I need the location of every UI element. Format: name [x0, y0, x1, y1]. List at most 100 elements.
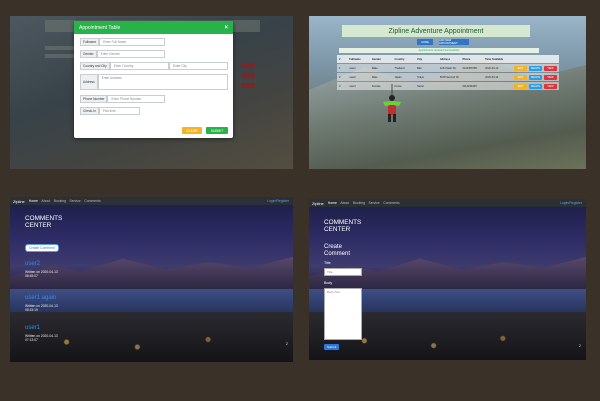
- nav-comments[interactable]: Comments: [84, 199, 100, 203]
- fullname-field: Fullname Enter Full Name: [80, 38, 165, 46]
- create-comment-button[interactable]: Create Comment: [25, 244, 59, 252]
- cell: user2: [349, 75, 356, 79]
- header-cell: Country: [394, 57, 405, 61]
- cell: Thailand: [394, 66, 405, 70]
- cell: Japan: [394, 75, 402, 79]
- header-cell: City: [417, 57, 423, 61]
- comment-user[interactable]: user1 again: [25, 295, 56, 301]
- country-city-label: Country and City: [80, 62, 110, 70]
- table-header: # Fullname Gender Country City Address P…: [337, 55, 559, 63]
- nav-booking[interactable]: Booking: [54, 199, 66, 203]
- gender-label: Gender: [80, 50, 97, 58]
- page-number: 2: [578, 343, 581, 348]
- gender-field: Gender Enter Gender: [80, 50, 165, 58]
- title-label: Title: [324, 261, 331, 265]
- cell: user1: [349, 66, 356, 70]
- appointment-form-screenshot: Appointment Table × Fullname Enter Full …: [10, 16, 293, 169]
- body-label: Body: [324, 281, 333, 285]
- table-row: 3 user3 Female Korea Seoul 0112233445 ED…: [337, 82, 559, 90]
- fullname-label: Fullname: [80, 38, 100, 46]
- checkin-field: Check-In Pick time: [80, 107, 140, 115]
- navbar: Zipline Home About Booking Service Comme…: [10, 197, 293, 205]
- view-button[interactable]: VIEW: [543, 83, 557, 89]
- phone-input[interactable]: Enter Phone Number: [107, 95, 165, 103]
- cell: 0123456789: [462, 66, 477, 70]
- cell: 2020-04-14: [485, 75, 499, 79]
- cell: Male: [371, 66, 378, 70]
- table-row: 1 user1 Male Thailand Bkk 1234 Main Str.…: [337, 64, 559, 72]
- nav-service[interactable]: Service: [69, 199, 80, 203]
- cell: 1: [339, 66, 341, 70]
- nav-service[interactable]: Service: [368, 201, 379, 205]
- nav-about[interactable]: About: [340, 201, 349, 205]
- gender-input[interactable]: Enter Gender: [96, 50, 165, 58]
- country-input[interactable]: Enter Country: [109, 62, 169, 70]
- title-input[interactable]: Title: [324, 268, 362, 276]
- cell: 0112233445: [462, 84, 477, 88]
- comment-date: Written on 2020-04-13 08:45:07: [25, 270, 58, 279]
- checkin-input[interactable]: Pick time: [98, 107, 140, 115]
- form-heading: Create Comment: [324, 244, 351, 257]
- nav-home[interactable]: Home: [328, 201, 337, 205]
- cell: 1234 Main Str.: [439, 66, 457, 70]
- brand[interactable]: Zipline: [13, 199, 25, 204]
- view-button[interactable]: VIEW: [543, 74, 557, 80]
- cell: user3: [349, 84, 356, 88]
- clear-button[interactable]: CLEAR: [182, 127, 202, 134]
- zipline-rider-image: [383, 84, 401, 122]
- delete-button[interactable]: DELETE: [528, 65, 542, 71]
- add-appointment-button[interactable]: ADD NEW APPOINTMENT: [439, 39, 469, 45]
- address-input[interactable]: Enter Address: [97, 74, 228, 90]
- page-title: Zipline Adventure Appointment: [342, 25, 530, 37]
- close-icon[interactable]: ×: [224, 25, 228, 31]
- comment-date: Written on 2020-04-13 08:15:19: [25, 304, 58, 313]
- page-number: 2: [285, 341, 288, 346]
- submit-button[interactable]: Submit: [324, 344, 340, 350]
- zipline-table-screenshot: Zipline Adventure Appointment HOME ADD N…: [309, 16, 586, 169]
- fullname-input[interactable]: Enter Full Name: [99, 38, 165, 46]
- submit-button[interactable]: SUBMIT: [206, 127, 228, 134]
- address-field: Address Enter Address: [80, 74, 228, 90]
- navbar: Zipline Home About Booking Service Comme…: [309, 199, 586, 207]
- login-link[interactable]: Login/Register: [560, 201, 582, 205]
- body-textarea[interactable]: Body Text: [324, 288, 362, 340]
- phone-label: Phone Number: [80, 95, 108, 103]
- status-message: Appointment Updated Successfully!: [339, 48, 539, 53]
- modal-header: Appointment Table ×: [74, 21, 233, 34]
- edit-button[interactable]: EDIT: [513, 65, 527, 71]
- login-link[interactable]: Login/Register: [267, 199, 289, 203]
- delete-button[interactable]: DELETE: [528, 74, 542, 80]
- phone-field: Phone Number Enter Phone Number: [80, 95, 165, 103]
- appointments-table: # Fullname Gender Country City Address P…: [337, 55, 559, 91]
- header-cell: Address: [439, 57, 451, 61]
- comments-list-screenshot: Zipline Home About Booking Service Comme…: [10, 197, 293, 362]
- checkin-label: Check-In: [80, 107, 99, 115]
- cell: 5678 Second Str: [439, 75, 460, 79]
- header-cell: #: [339, 57, 341, 61]
- modal-title: Appointment Table: [79, 24, 121, 31]
- header-cell: Gender: [371, 57, 381, 61]
- home-button[interactable]: HOME: [417, 39, 433, 45]
- city-input[interactable]: Enter City: [168, 62, 228, 70]
- cell: 2: [339, 75, 341, 79]
- view-button[interactable]: VIEW: [543, 65, 557, 71]
- comment-user[interactable]: user1: [25, 325, 40, 331]
- comment-user[interactable]: user2: [25, 261, 40, 267]
- brand[interactable]: Zipline: [312, 201, 324, 206]
- header-cell: Phone: [462, 57, 471, 61]
- edit-button[interactable]: EDIT: [513, 83, 527, 89]
- page-title: COMMENTS CENTER: [25, 215, 63, 229]
- cell: Tokyo: [417, 75, 424, 79]
- edit-button[interactable]: EDIT: [513, 74, 527, 80]
- nav-booking[interactable]: Booking: [353, 201, 365, 205]
- comment-date: Written on 2020-04-13 07:13:07: [25, 334, 58, 343]
- nav-about[interactable]: About: [41, 199, 50, 203]
- appointment-modal: Appointment Table × Fullname Enter Full …: [74, 21, 233, 138]
- create-comment-screenshot: Zipline Home About Booking Service Comme…: [309, 199, 586, 360]
- header-cell: Fullname: [349, 57, 361, 61]
- nav-comments[interactable]: Comments: [383, 201, 399, 205]
- delete-button[interactable]: DELETE: [528, 83, 542, 89]
- cell: 2020-04-13: [485, 66, 499, 70]
- nav-home[interactable]: Home: [29, 199, 38, 203]
- page-title: COMMENTS CENTER: [324, 219, 362, 233]
